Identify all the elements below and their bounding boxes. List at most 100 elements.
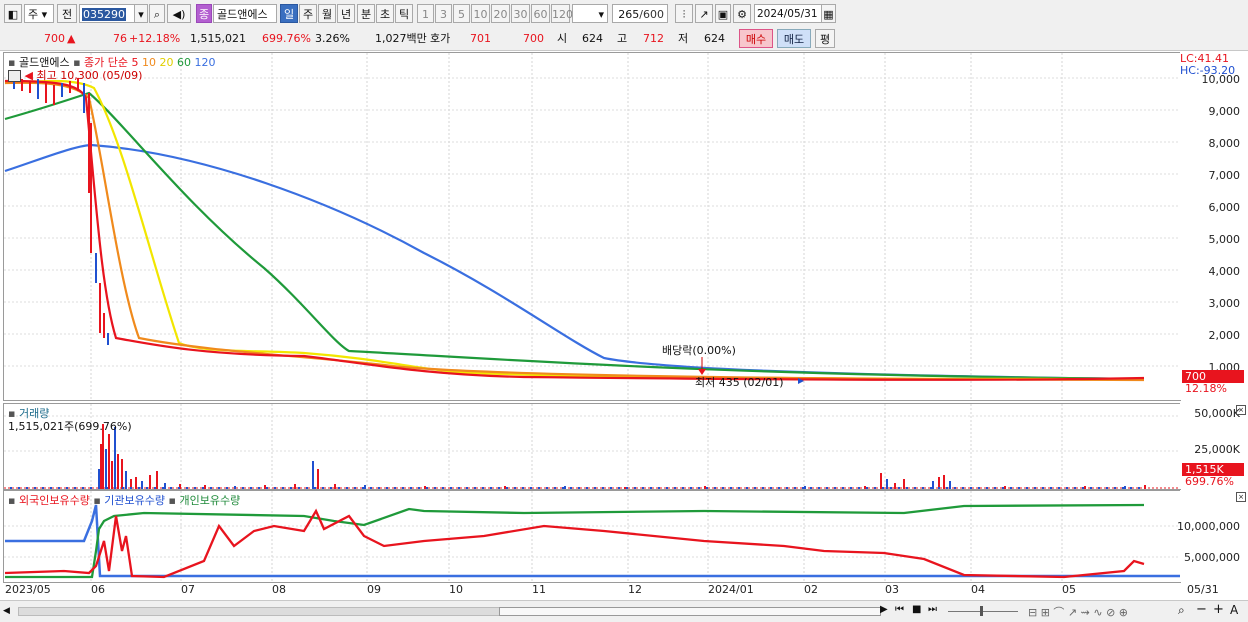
legend-institution: 기관보유수량: [104, 494, 166, 507]
dividend-annotation: 배당락(0.00%): [662, 344, 736, 357]
step-forward-icon[interactable]: ⏭: [928, 604, 937, 615]
draw-tools-icon[interactable]: ⊟ ⊞ ⌒ ↗ ⇝ ∿ ⊘ ⊕: [1028, 604, 1128, 620]
zoom-slider[interactable]: [948, 606, 1018, 616]
volume-bar: [894, 483, 896, 489]
volume-bar: [204, 485, 206, 489]
horizontal-scrollbar[interactable]: [18, 607, 881, 616]
speaker-icon[interactable]: ◀): [167, 4, 191, 23]
period-day[interactable]: 일: [280, 4, 298, 23]
interval-10[interactable]: 10: [471, 4, 490, 23]
close-pane-icon[interactable]: ×: [1236, 492, 1246, 502]
display-count-input[interactable]: 265/600: [612, 4, 668, 23]
display-count: 265: [618, 8, 640, 21]
scrollbar-thumb[interactable]: [499, 607, 881, 616]
market-select[interactable]: 주 ▾: [24, 4, 54, 23]
stock-code-input[interactable]: 035290: [79, 4, 135, 23]
interval-3[interactable]: 3: [435, 4, 452, 23]
zoom-in-icon[interactable]: +: [1213, 602, 1224, 617]
price-chart: [4, 53, 1180, 400]
volume-bar-small: [466, 487, 468, 489]
draw-tool-icon[interactable]: ↗: [695, 4, 713, 23]
price-axis: LC:41.41 HC:-93.20 10,000 9,000 8,000 7,…: [1180, 52, 1246, 400]
close-pane-icon[interactable]: ×: [1236, 405, 1246, 415]
volume-bar-small: [690, 487, 692, 489]
current-price: 700: [44, 32, 65, 45]
volume-bar-small: [810, 487, 812, 489]
prefix-button[interactable]: 전: [57, 4, 77, 23]
volume-bar-small: [1082, 487, 1084, 489]
period-week[interactable]: 주: [299, 4, 317, 23]
volume-bar-small: [794, 487, 796, 489]
volume-bar-small: [986, 487, 988, 489]
volume-bar-small: [130, 487, 132, 489]
interval-30[interactable]: 30: [511, 4, 530, 23]
volume-bar-small: [122, 487, 124, 489]
volume-bar-small: [450, 487, 452, 489]
calendar-icon[interactable]: ▦: [821, 4, 836, 23]
legend-ma-20: 20: [159, 56, 174, 69]
avg-button[interactable]: 평: [815, 29, 835, 48]
interval-5[interactable]: 5: [453, 4, 470, 23]
volume-bar-small: [498, 487, 500, 489]
volume-bar: [317, 469, 319, 489]
grid-toggle-icon[interactable]: [8, 70, 21, 82]
open-price: 624: [582, 32, 603, 45]
period-minute[interactable]: 분: [357, 4, 375, 23]
x-label: 2024/01: [708, 583, 754, 596]
legend-box-icon-4: ▪: [8, 494, 16, 507]
price-tick: 3,000: [1208, 297, 1241, 310]
volume-bar-small: [170, 487, 172, 489]
volume-bar-small: [1122, 487, 1124, 489]
search-icon[interactable]: ⌕: [149, 4, 165, 23]
volume-bar-small: [834, 487, 836, 489]
save-icon[interactable]: ▣: [715, 4, 731, 23]
scroll-right-icon[interactable]: ▶: [880, 604, 888, 615]
volume-bar: [264, 485, 266, 489]
zoom-search-icon[interactable]: ⌕: [1178, 603, 1185, 618]
volume-bar: [149, 475, 151, 489]
volume-bar-small: [314, 487, 316, 489]
stock-name: 골드앤에스: [213, 4, 277, 23]
window-icon[interactable]: ◧: [4, 4, 22, 23]
stop-icon[interactable]: ■: [912, 604, 921, 615]
font-size-icon[interactable]: A: [1230, 603, 1238, 617]
zoom-out-icon[interactable]: −: [1196, 602, 1207, 617]
interval-1[interactable]: 1: [417, 4, 434, 23]
quote-bar: 700 ▲ 76 +12.18% 1,515,021 699.76% 3.26%…: [0, 28, 1248, 51]
volume-chart: [4, 404, 1180, 489]
trade-amount: 1,027백만: [375, 32, 427, 45]
period-year[interactable]: 년: [337, 4, 355, 23]
interval-60[interactable]: 60: [531, 4, 550, 23]
volume-bar: [880, 473, 882, 489]
step-back-icon[interactable]: ⏮: [895, 604, 904, 615]
volume-bar-small: [202, 487, 204, 489]
volume-bar-small: [522, 487, 524, 489]
interval-custom-select[interactable]: ▾: [572, 4, 608, 23]
volume-bar: [121, 459, 123, 489]
candle-type-icon[interactable]: ⫶: [675, 4, 693, 23]
period-month[interactable]: 월: [318, 4, 336, 23]
date-input[interactable]: 2024/05/31: [754, 4, 822, 23]
volume-bar-small: [458, 487, 460, 489]
buy-button[interactable]: 매수: [739, 29, 773, 48]
interval-120[interactable]: 120: [551, 4, 573, 23]
main-toolbar: ◧ 주 ▾ 전 035290 ▾ ⌕ ◀) 종 골드앤에스 일 주 월 년 분 …: [0, 0, 1248, 29]
sell-button[interactable]: 매도: [777, 29, 811, 48]
settings-gear-icon[interactable]: ⚙: [733, 4, 751, 23]
period-tick[interactable]: 틱: [395, 4, 413, 23]
holdings-pane: ▪ 외국인보유수량 ▪ 기관보유수량 ▪ 개인보유수량: [3, 490, 1181, 583]
period-second[interactable]: 초: [376, 4, 394, 23]
volume-bar-small: [154, 487, 156, 489]
x-label: 08: [272, 583, 286, 596]
volume-bar-small: [978, 487, 980, 489]
volume-bar-small: [306, 487, 308, 489]
scroll-left-icon[interactable]: ◀: [3, 604, 15, 618]
zoom-slider-handle[interactable]: [980, 606, 983, 616]
volume-bar-small: [634, 487, 636, 489]
volume-bar: [564, 486, 566, 489]
interval-20[interactable]: 20: [491, 4, 510, 23]
volume-bar-small: [162, 487, 164, 489]
volume-bar-small: [554, 487, 556, 489]
volume-bar-small: [938, 487, 940, 489]
code-dropdown-icon[interactable]: ▾: [134, 4, 148, 23]
